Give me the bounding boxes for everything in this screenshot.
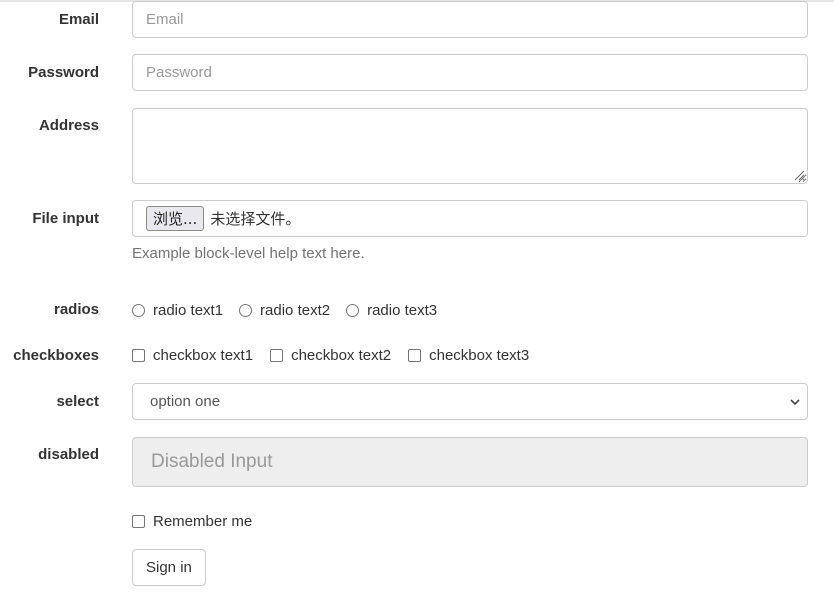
email-label: Email [58, 11, 99, 28]
resize-grip-icon[interactable] [793, 169, 805, 181]
file-input: 浏览... 未选择文件。 [132, 200, 808, 237]
checkbox-option-label: checkbox text3 [429, 347, 530, 364]
radio-option-2[interactable]: radio text2 [239, 302, 330, 319]
file-input-label: File input [32, 210, 99, 227]
file-status-text: 未选择文件。 [210, 210, 301, 228]
email-field-wrap [132, 1, 808, 38]
file-help-text: Example block-level help text here. [132, 245, 365, 262]
checkbox-option-label: checkbox text2 [291, 347, 392, 364]
radios-label: radios [53, 301, 99, 318]
checkbox[interactable] [270, 349, 284, 362]
checkbox-option-label: checkbox text1 [153, 347, 254, 364]
radio-option-label: radio text3 [367, 302, 438, 319]
sign-in-button[interactable]: Sign in [132, 549, 206, 586]
remember-me[interactable]: Remember me [132, 513, 252, 530]
checkbox-option-1[interactable]: checkbox text1 [132, 347, 253, 364]
address-label: Address [38, 117, 99, 134]
browse-button[interactable]: 浏览... [146, 206, 205, 231]
email-field[interactable] [132, 1, 808, 38]
chevron-down-icon [790, 399, 800, 406]
remember-me-checkbox[interactable] [132, 515, 145, 528]
radio-option-1[interactable]: radio text1 [132, 302, 223, 319]
checkbox[interactable] [132, 349, 145, 362]
password-field-wrap [132, 54, 808, 91]
address-textarea[interactable] [132, 108, 808, 184]
checkbox-group: checkbox text1 checkbox text2 checkbox t… [132, 347, 545, 364]
radio-button[interactable] [346, 304, 360, 317]
select-label: select [56, 393, 99, 410]
password-field[interactable] [132, 54, 808, 91]
file-input-wrap: 浏览... 未选择文件。 [132, 200, 808, 237]
address-field-wrap [132, 108, 808, 184]
radio-button[interactable] [132, 304, 145, 317]
disabled-label: disabled [38, 446, 99, 463]
radio-option-label: radio text2 [260, 302, 331, 319]
select-dropdown[interactable]: option one [132, 383, 808, 420]
checkbox-option-2[interactable]: checkbox text2 [270, 347, 391, 364]
checkbox[interactable] [408, 349, 422, 362]
radio-option-3[interactable]: radio text3 [346, 302, 437, 319]
radio-option-label: radio text1 [153, 302, 224, 319]
radio-button[interactable] [239, 304, 253, 317]
password-label: Password [28, 64, 99, 81]
select-value: option one [150, 393, 221, 410]
checkbox-option-3[interactable]: checkbox text3 [408, 347, 529, 364]
disabled-input: Disabled Input [132, 437, 808, 487]
radio-group: radio text1 radio text2 radio text3 [132, 302, 453, 319]
checkboxes-label: checkboxes [13, 347, 99, 364]
remember-me-label: Remember me [153, 513, 253, 530]
